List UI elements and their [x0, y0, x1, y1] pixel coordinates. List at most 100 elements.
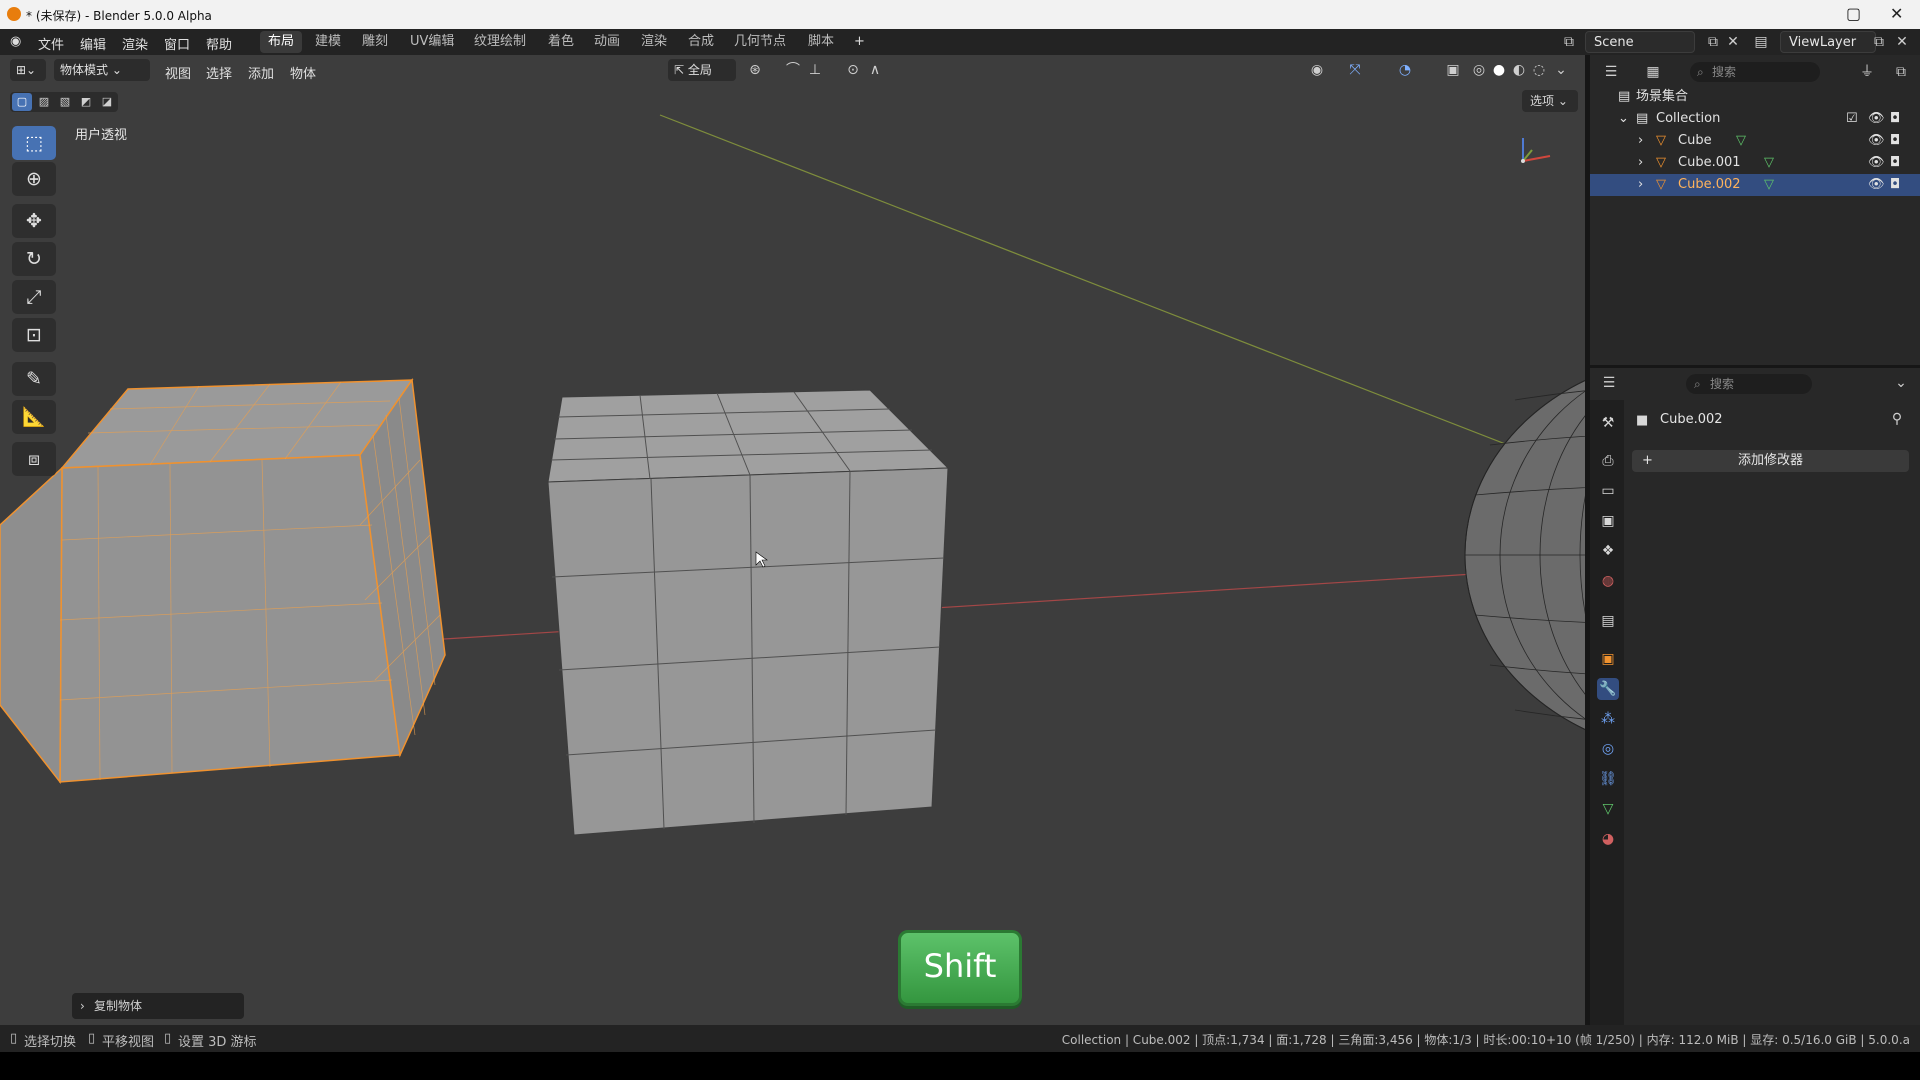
- new-scene-icon[interactable]: ⧉: [1704, 33, 1722, 51]
- transform-orientation-selector[interactable]: ⇱ 全局: [668, 59, 736, 81]
- tool-measure[interactable]: 📐: [12, 400, 56, 434]
- camera-icon[interactable]: ◘: [1890, 152, 1900, 174]
- menu-view[interactable]: 视图: [165, 63, 191, 82]
- pivot-icon[interactable]: ⊛: [746, 61, 764, 79]
- blender-menu-icon[interactable]: ◉: [10, 34, 21, 49]
- menu-edit[interactable]: 编辑: [80, 34, 106, 53]
- particles-tab-icon[interactable]: ⁂: [1597, 708, 1619, 730]
- mesh-data-icon[interactable]: ▽: [1764, 152, 1774, 174]
- object-tab-icon[interactable]: ▣: [1597, 648, 1619, 670]
- proportional-edit-icon[interactable]: ⊙: [844, 61, 862, 79]
- close-button[interactable]: ✕: [1890, 4, 1903, 23]
- menu-add[interactable]: 添加: [248, 63, 274, 82]
- material-shading-icon[interactable]: ◐: [1510, 61, 1528, 79]
- camera-icon[interactable]: ◘: [1890, 108, 1900, 130]
- tool-cursor[interactable]: ⊕: [12, 162, 56, 196]
- area-divider[interactable]: [1590, 365, 1920, 368]
- tab-uv-editing[interactable]: UV编辑: [402, 31, 462, 53]
- filter-icon[interactable]: ⏚: [1858, 63, 1876, 81]
- camera-icon[interactable]: ◘: [1890, 130, 1900, 152]
- material-tab-icon[interactable]: ◕: [1597, 828, 1619, 850]
- outliner-row-collection[interactable]: ⌄ ▤ Collection ☑ 👁 ◘: [1590, 108, 1920, 130]
- rendered-shading-icon[interactable]: ◌: [1530, 61, 1548, 79]
- expand-chevron-icon[interactable]: ›: [1638, 130, 1643, 152]
- gizmo-icon[interactable]: ⤧: [1346, 61, 1364, 79]
- properties-editor-type-icon[interactable]: ☰: [1600, 374, 1618, 392]
- select-new-icon[interactable]: ▢: [12, 93, 32, 111]
- render-properties-tab-icon[interactable]: ⎙: [1597, 450, 1619, 472]
- eye-icon[interactable]: 👁: [1868, 174, 1885, 196]
- tab-scripting[interactable]: 脚本: [800, 31, 842, 53]
- tab-animation[interactable]: 动画: [586, 31, 628, 53]
- tool-select-box[interactable]: ⬚: [12, 126, 56, 160]
- menu-file[interactable]: 文件: [38, 34, 64, 53]
- overlay-icon[interactable]: ◔: [1396, 61, 1414, 79]
- checkbox-icon[interactable]: ☑: [1846, 108, 1858, 130]
- editor-type-button[interactable]: ⊞⌄: [10, 59, 46, 81]
- select-invert-icon[interactable]: ◩: [76, 93, 96, 111]
- new-view-layer-icon[interactable]: ⧉: [1870, 33, 1888, 51]
- options-dropdown[interactable]: 选项 ⌄: [1522, 90, 1578, 112]
- xray-icon[interactable]: ▣: [1444, 61, 1462, 79]
- select-intersect-icon[interactable]: ◪: [97, 93, 117, 111]
- add-workspace-button[interactable]: +: [846, 31, 873, 53]
- view-layer-icon[interactable]: ▤: [1752, 33, 1770, 51]
- delete-view-layer-icon[interactable]: ✕: [1893, 33, 1911, 51]
- view-layer-tab-icon[interactable]: ▣: [1597, 510, 1619, 532]
- delete-scene-icon[interactable]: ✕: [1724, 33, 1742, 51]
- eye-icon[interactable]: 👁: [1868, 130, 1885, 152]
- eye-icon[interactable]: 👁: [1868, 108, 1885, 130]
- menu-select[interactable]: 选择: [206, 63, 232, 82]
- tab-sculpting[interactable]: 雕刻: [354, 31, 396, 53]
- new-collection-icon[interactable]: ⧉: [1892, 63, 1910, 81]
- world-tab-icon[interactable]: ◍: [1597, 570, 1619, 592]
- menu-object[interactable]: 物体: [290, 63, 316, 82]
- outliner-row-scene-collection[interactable]: ▤ 场景集合: [1590, 86, 1920, 108]
- scene-name-field[interactable]: Scene: [1585, 31, 1695, 53]
- tab-rendering[interactable]: 渲染: [633, 31, 675, 53]
- add-modifier-button[interactable]: + 添加修改器: [1632, 450, 1909, 472]
- menu-help[interactable]: 帮助: [206, 34, 232, 53]
- modifier-tab-icon[interactable]: 🔧: [1597, 678, 1619, 700]
- tab-compositing[interactable]: 合成: [680, 31, 722, 53]
- view-layer-field[interactable]: ViewLayer: [1780, 31, 1876, 53]
- area-divider[interactable]: [1585, 55, 1590, 1025]
- eye-icon[interactable]: 👁: [1868, 152, 1885, 174]
- 3d-viewport[interactable]: [0, 55, 1585, 1025]
- select-subtract-icon[interactable]: ▧: [55, 93, 75, 111]
- solid-shading-icon[interactable]: ●: [1490, 61, 1508, 79]
- mode-selector[interactable]: 物体模式 ⌄: [54, 59, 150, 81]
- tab-texture-paint[interactable]: 纹理绘制: [466, 31, 534, 53]
- outliner-search-input[interactable]: ⌕ 搜索: [1690, 62, 1820, 82]
- navigation-gizmo[interactable]: [1521, 138, 1551, 163]
- mesh-data-icon[interactable]: ▽: [1736, 130, 1746, 152]
- menu-render[interactable]: 渲染: [122, 34, 148, 53]
- snap-icon[interactable]: ⌒: [784, 61, 802, 79]
- outliner-editor-type-icon[interactable]: ☰: [1602, 63, 1620, 81]
- mesh-data-icon[interactable]: ▽: [1764, 174, 1774, 196]
- expand-chevron-icon[interactable]: ›: [1638, 174, 1643, 196]
- snap-target-icon[interactable]: ⊥: [806, 61, 824, 79]
- menu-window[interactable]: 窗口: [164, 34, 190, 53]
- tab-layout[interactable]: 布局: [260, 31, 303, 53]
- tool-annotate[interactable]: ✎: [12, 362, 56, 396]
- scene-selector-icon[interactable]: ⧉: [1560, 33, 1578, 51]
- outliner-row-object-active[interactable]: › ▽ Cube.002 ▽ 👁 ◘: [1590, 174, 1920, 196]
- falloff-icon[interactable]: ∧: [866, 61, 884, 79]
- physics-tab-icon[interactable]: ◎: [1597, 738, 1619, 760]
- tool-properties-tab-icon[interactable]: ⚒: [1597, 412, 1619, 434]
- tab-shading[interactable]: 着色: [540, 31, 582, 53]
- constraints-tab-icon[interactable]: ⛓: [1597, 768, 1619, 790]
- properties-options-icon[interactable]: ⌄: [1892, 374, 1910, 392]
- sphere-object[interactable]: [1464, 355, 1585, 755]
- camera-icon[interactable]: ◘: [1890, 174, 1900, 196]
- tool-move[interactable]: ✥: [12, 204, 56, 238]
- data-tab-icon[interactable]: ▽: [1597, 798, 1619, 820]
- expand-chevron-icon[interactable]: ›: [1638, 152, 1643, 174]
- cube-selected[interactable]: [0, 377, 446, 785]
- maximize-button[interactable]: ▢: [1846, 4, 1861, 23]
- tool-transform[interactable]: ⊡: [12, 318, 56, 352]
- properties-search-input[interactable]: ⌕ 搜索: [1686, 374, 1812, 394]
- output-properties-tab-icon[interactable]: ▭: [1597, 480, 1619, 502]
- select-extend-icon[interactable]: ▨: [34, 93, 54, 111]
